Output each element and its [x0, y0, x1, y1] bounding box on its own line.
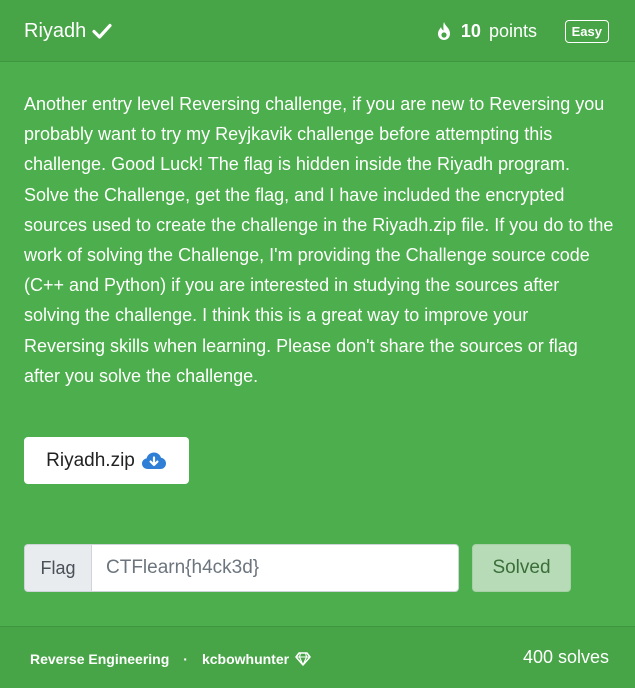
- author-link[interactable]: kcbowhunter: [202, 651, 311, 667]
- flag-input[interactable]: [91, 544, 459, 592]
- points-display: 10 points: [435, 18, 537, 44]
- solves-count: 400 solves: [522, 647, 609, 667]
- category-link[interactable]: Reverse Engineering: [30, 651, 169, 667]
- card-header: Riyadh 10 points Easy: [0, 0, 635, 62]
- points-label: points: [488, 21, 537, 41]
- author-name: kcbowhunter: [201, 651, 290, 667]
- footer-separator: ·: [183, 651, 188, 667]
- challenge-title: Riyadh: [24, 18, 112, 44]
- difficulty-badge: Easy: [564, 20, 609, 43]
- card-footer: Reverse Engineering · kcbowhunter 400 so…: [0, 626, 635, 688]
- challenge-card: Riyadh 10 points Easy Another entry leve…: [0, 0, 635, 688]
- challenge-description: Another entry level Reversing challenge,…: [24, 94, 614, 386]
- gem-icon: [295, 652, 311, 666]
- solved-button[interactable]: Solved: [472, 544, 571, 592]
- cloud-download-icon: [141, 452, 166, 469]
- download-label: Riyadh.zip: [46, 449, 135, 471]
- download-button[interactable]: Riyadh.zip: [24, 437, 189, 484]
- challenge-name: Riyadh: [24, 20, 87, 42]
- flag-input-group: Flag: [24, 544, 459, 592]
- check-icon: [92, 23, 112, 39]
- flag-label: Flag: [24, 544, 91, 592]
- fire-icon: [437, 22, 450, 40]
- footer-meta: Reverse Engineering · kcbowhunter: [30, 651, 311, 667]
- points-value: 10: [460, 21, 481, 41]
